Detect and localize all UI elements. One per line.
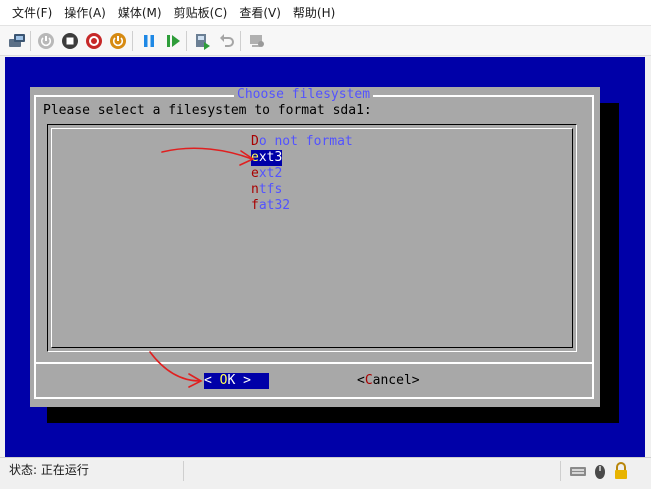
menu-action[interactable]: 操作(A) xyxy=(58,0,112,26)
choose-filesystem-dialog: Choose filesystem Please select a filesy… xyxy=(30,87,600,407)
menu-help[interactable]: 帮助(H) xyxy=(287,0,341,26)
ok-rest: K > xyxy=(227,373,251,388)
dialog-prompt: Please select a filesystem to format sda… xyxy=(43,103,372,118)
cancel-bracket-left: < xyxy=(357,373,365,388)
resume-icon[interactable] xyxy=(164,32,182,50)
shut-down-icon[interactable] xyxy=(85,32,103,50)
menu-clipboard[interactable]: 剪贴板(C) xyxy=(168,0,234,26)
keyboard-icon xyxy=(569,461,587,481)
start-icon[interactable] xyxy=(37,32,55,50)
option-hotkey: e xyxy=(251,166,259,181)
menu-bar: 文件(F) 操作(A) 媒体(M) 剪贴板(C) 查看(V) 帮助(H) xyxy=(0,0,651,26)
checkpoint-icon[interactable] xyxy=(194,32,212,50)
option-ext2[interactable]: ext2 xyxy=(251,166,282,182)
turn-off-icon[interactable] xyxy=(61,32,79,50)
cancel-rest: ancel> xyxy=(372,373,420,388)
vm-screen[interactable]: Choose filesystem Please select a filesy… xyxy=(5,57,645,457)
filesystem-list-inner xyxy=(51,128,573,348)
option-fat32[interactable]: fat32 xyxy=(251,198,290,214)
option-do-not-format[interactable]: Do not format xyxy=(251,134,353,150)
option-label: o not format xyxy=(258,134,353,149)
option-hotkey: f xyxy=(251,198,259,213)
menu-file[interactable]: 文件(F) xyxy=(6,0,58,26)
ok-button[interactable]: < OK > xyxy=(204,373,269,389)
option-ntfs[interactable]: ntfs xyxy=(251,182,282,198)
option-hotkey: D xyxy=(251,134,259,149)
dialog-title: Choose filesystem xyxy=(234,87,374,103)
option-label: xt3 xyxy=(258,150,283,165)
cancel-hotkey: C xyxy=(364,373,373,388)
option-label: at32 xyxy=(258,198,291,213)
revert-icon[interactable] xyxy=(218,32,236,50)
mouse-icon xyxy=(591,461,609,481)
cancel-button[interactable]: <Cancel> xyxy=(357,373,420,389)
ctrl-alt-del-icon[interactable] xyxy=(8,32,26,50)
filesystem-list xyxy=(47,124,577,352)
option-label: tfs xyxy=(258,182,283,197)
power-icon[interactable] xyxy=(109,32,127,50)
option-label: xt2 xyxy=(258,166,283,181)
button-separator xyxy=(34,362,594,364)
status-text: 状态: 正在运行 xyxy=(9,463,89,477)
lock-icon xyxy=(612,461,630,481)
menu-media[interactable]: 媒体(M) xyxy=(112,0,168,26)
pause-icon[interactable] xyxy=(140,32,158,50)
enhanced-session-icon[interactable] xyxy=(248,32,266,50)
option-hotkey: e xyxy=(251,150,259,165)
ok-bracket-left: < xyxy=(204,373,220,388)
toolbar xyxy=(0,26,651,56)
menu-view[interactable]: 查看(V) xyxy=(233,0,287,26)
status-bar: 状态: 正在运行 xyxy=(0,457,651,489)
option-ext3[interactable]: ext3 xyxy=(251,150,283,166)
option-hotkey: n xyxy=(251,182,259,197)
